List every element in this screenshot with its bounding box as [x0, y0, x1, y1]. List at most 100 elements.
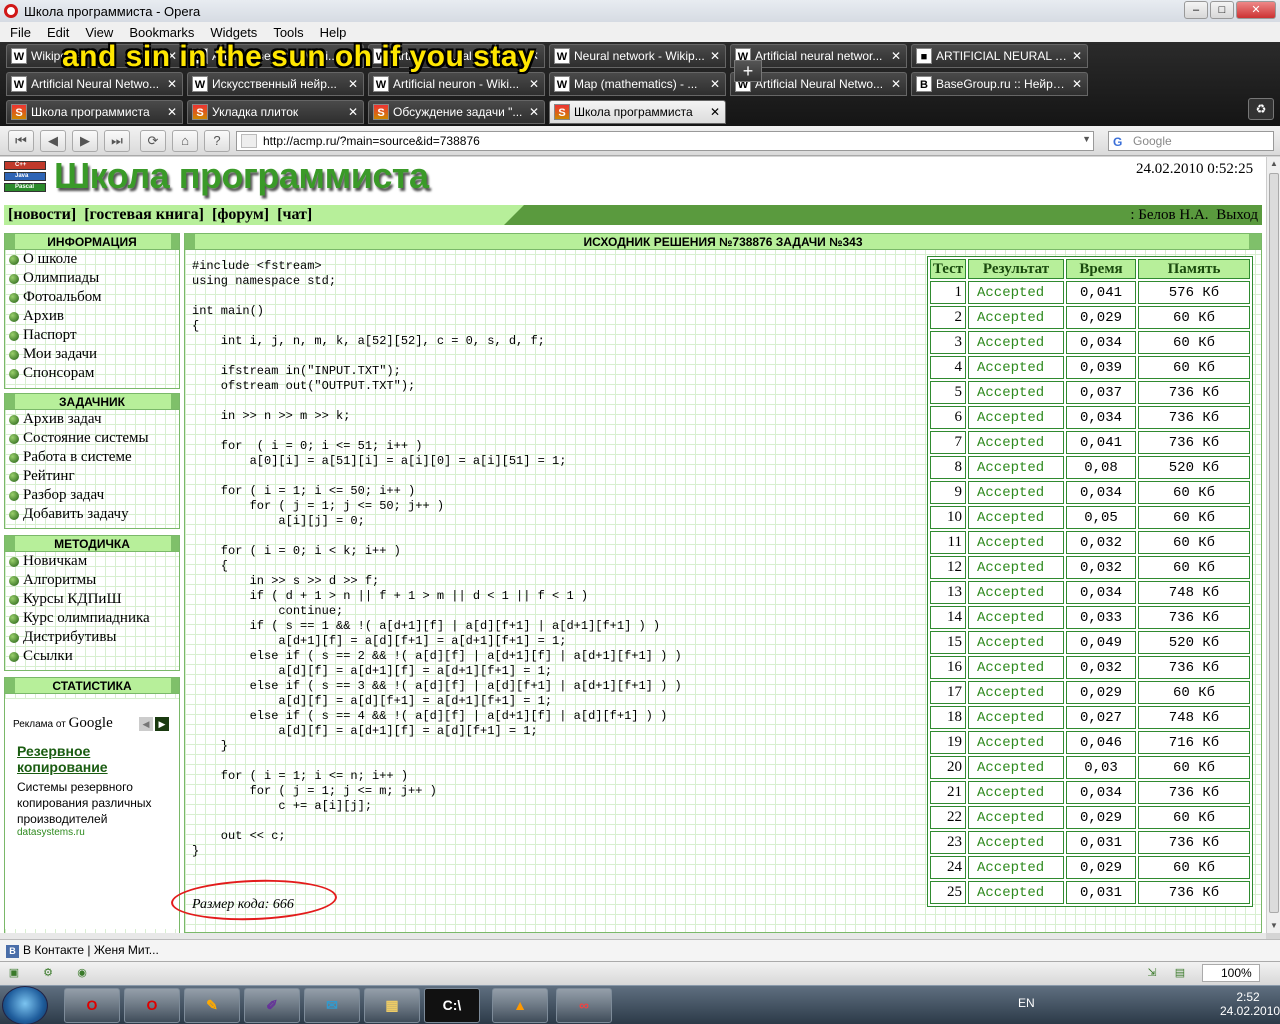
sidebar-link[interactable]: Курсы КДПиШ [5, 590, 179, 609]
clock[interactable]: 2:52 24.02.2010 [1220, 990, 1280, 1018]
ad-title-link[interactable]: Резервное копирование [17, 743, 147, 775]
sidebar-link[interactable]: Состояние системы [5, 429, 179, 448]
taskbar-qip-icon[interactable]: ✉ [304, 988, 360, 1023]
tab-close-icon[interactable]: ✕ [347, 105, 359, 119]
taskbar-opera-2-icon[interactable]: O [124, 988, 180, 1023]
tab-close-icon[interactable]: ✕ [890, 77, 902, 91]
speed-dial-icon[interactable]: ◉ [74, 966, 90, 980]
sidebar-link[interactable]: Добавить задачу [5, 505, 179, 524]
tab-close-icon[interactable]: ✕ [166, 105, 178, 119]
nav-forum-link[interactable]: [форум] [212, 206, 269, 223]
test-time: 0,049 [1066, 631, 1136, 654]
tab-close-icon[interactable]: ✕ [709, 105, 721, 119]
scrollbar-thumb[interactable] [1269, 173, 1279, 913]
sidebar-link[interactable]: Алгоритмы [5, 571, 179, 590]
address-field[interactable]: http://acmp.ru/?main=source&id=738876 ▼ [236, 131, 1094, 151]
sidebar-link[interactable]: Рейтинг [5, 467, 179, 486]
nav-chat-link[interactable]: [чат] [277, 206, 312, 223]
tab-close-icon[interactable]: ✕ [890, 49, 902, 63]
ad-next-icon[interactable]: ▶ [155, 717, 169, 731]
logout-link[interactable]: Выход [1216, 207, 1258, 223]
browser-tab[interactable]: S Школа программиста ✕ [549, 100, 726, 124]
tab-label: Искусственный нейр... [212, 77, 337, 91]
sidebar-link[interactable]: Мои задачи [5, 345, 179, 364]
maximize-button[interactable]: □ [1210, 1, 1234, 19]
home-icon[interactable]: ⌂ [172, 130, 198, 152]
browser-tab[interactable]: S Школа программиста ✕ [6, 100, 183, 124]
tab-close-icon[interactable]: ✕ [709, 49, 721, 63]
test-memory: 736 Кб [1138, 656, 1250, 679]
menu-widgets[interactable]: Widgets [210, 25, 257, 40]
fit-to-width-icon[interactable]: ⇲ [1144, 966, 1160, 980]
wand-icon[interactable]: ? [204, 130, 230, 152]
back-icon[interactable]: ◀ [40, 130, 66, 152]
nav-news-link[interactable]: [новости] [8, 206, 76, 223]
reload-icon[interactable]: ⟳ [140, 130, 166, 152]
bookmark-vkontakte[interactable]: ВВ Контакте | Женя Мит... [6, 943, 159, 958]
new-tab-button[interactable]: + [734, 60, 762, 82]
sidebar-link[interactable]: Фотоальбом [5, 288, 179, 307]
zoom-control[interactable]: 100% [1202, 964, 1260, 982]
ad-url[interactable]: datasystems.ru [17, 827, 85, 838]
browser-tab[interactable]: W Artificial neuron - Wiki... ✕ [368, 72, 545, 96]
taskbar-cmd-icon[interactable]: C:\ [424, 988, 480, 1023]
sidebar-link[interactable]: Ссылки [5, 647, 179, 666]
forward-icon[interactable]: ▶ [72, 130, 98, 152]
menu-view[interactable]: View [85, 25, 113, 40]
tab-close-icon[interactable]: ✕ [166, 77, 178, 91]
sidebar-link[interactable]: О школе [5, 250, 179, 269]
language-indicator[interactable]: EN [1018, 996, 1035, 1010]
search-field[interactable]: G Google [1108, 131, 1274, 151]
browser-tab[interactable]: B BaseGroup.ru :: Нейро... ✕ [911, 72, 1088, 96]
sidebar-link[interactable]: Паспорт [5, 326, 179, 345]
browser-tab[interactable]: ■ ARTIFICIAL NEURAL N... ✕ [911, 44, 1088, 68]
sidebar-link[interactable]: Курс олимпиадника [5, 609, 179, 628]
taskbar-aimp-icon[interactable]: ▲ [492, 988, 548, 1023]
tab-close-icon[interactable]: ✕ [528, 77, 540, 91]
ad-prev-icon[interactable]: ◀ [139, 717, 153, 731]
sidebar-link[interactable]: Дистрибутивы [5, 628, 179, 647]
rewind-icon[interactable]: ⏮ [8, 130, 34, 152]
browser-tab[interactable]: S Обсуждение задачи "... ✕ [368, 100, 545, 124]
taskbar-explorer-icon[interactable]: ▦ [364, 988, 420, 1023]
menu-help[interactable]: Help [320, 25, 347, 40]
minimize-button[interactable]: – [1184, 1, 1208, 19]
view-options-icon[interactable]: ▤ [1172, 966, 1188, 980]
tab-close-icon[interactable]: ✕ [1071, 77, 1083, 91]
scroll-up-icon[interactable]: ▲ [1267, 157, 1280, 171]
tab-close-icon[interactable]: ✕ [709, 77, 721, 91]
scroll-down-icon[interactable]: ▼ [1267, 919, 1280, 933]
address-dropdown-icon[interactable]: ▼ [1082, 134, 1091, 144]
sidebar-link[interactable]: Разбор задач [5, 486, 179, 505]
vertical-scrollbar[interactable]: ▲ ▼ [1266, 157, 1280, 933]
browser-tab[interactable]: S Укладка плиток ✕ [187, 100, 364, 124]
taskbar-drawing-icon[interactable]: ✎ [184, 988, 240, 1023]
browser-tab[interactable]: W Neural network - Wikip... ✕ [549, 44, 726, 68]
nav-guestbook-link[interactable]: [гостевая книга] [84, 206, 204, 223]
sidebar-link[interactable]: Спонсорам [5, 364, 179, 383]
taskbar-opera-1-icon[interactable]: O [64, 988, 120, 1023]
sidebar-link[interactable]: Архив задач [5, 410, 179, 429]
close-window-button[interactable]: ✕ [1236, 1, 1276, 19]
taskbar-editor-icon[interactable]: ✐ [244, 988, 300, 1023]
browser-tab[interactable]: W Искусственный нейр... ✕ [187, 72, 364, 96]
sidebar-link[interactable]: Олимпиады [5, 269, 179, 288]
sidebar-link[interactable]: Работа в системе [5, 448, 179, 467]
menu-edit[interactable]: Edit [47, 25, 69, 40]
tab-close-icon[interactable]: ✕ [528, 105, 540, 119]
taskbar-app-icon[interactable]: ∞ [556, 988, 612, 1023]
menu-file[interactable]: File [10, 25, 31, 40]
sidebar-link[interactable]: Архив [5, 307, 179, 326]
tab-close-icon[interactable]: ✕ [1071, 49, 1083, 63]
browser-tab[interactable]: W Artificial Neural Netwo... ✕ [6, 72, 183, 96]
menu-bookmarks[interactable]: Bookmarks [129, 25, 194, 40]
sidebar-link[interactable]: Новичкам [5, 552, 179, 571]
start-button[interactable] [2, 986, 48, 1024]
unite-icon[interactable]: ⚙ [40, 966, 56, 980]
browser-tab[interactable]: W Map (mathematics) - ... ✕ [549, 72, 726, 96]
menu-tools[interactable]: Tools [273, 25, 303, 40]
tab-close-icon[interactable]: ✕ [347, 77, 359, 91]
closed-tabs-trash-icon[interactable]: ♻ [1248, 98, 1274, 120]
fast-forward-icon[interactable]: ⏭ [104, 130, 130, 152]
panel-toggle-icon[interactable]: ▣ [6, 966, 22, 980]
